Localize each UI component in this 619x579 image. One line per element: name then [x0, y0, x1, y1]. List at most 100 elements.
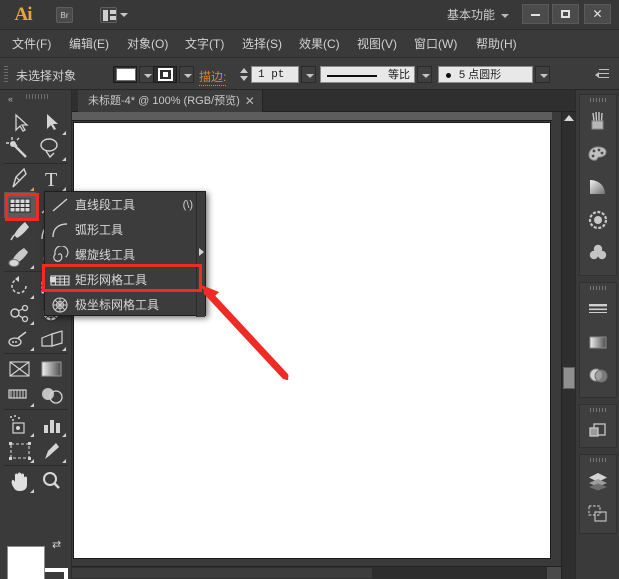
bridge-icon[interactable]: Br — [56, 7, 73, 23]
document-tab-bar: 未标题-4* @ 100% (RGB/预览) ✕ — [72, 90, 575, 112]
arc-icon — [45, 217, 75, 242]
tools-panel: « — [0, 90, 72, 579]
brushes-icon[interactable] — [580, 104, 616, 137]
width-tool[interactable] — [4, 300, 36, 326]
control-bar-grip[interactable] — [4, 66, 8, 82]
hand-tool[interactable] — [4, 468, 36, 494]
gradient-tool[interactable] — [36, 356, 68, 382]
blend-tool[interactable] — [36, 382, 68, 408]
stroke-dropdown-arrow[interactable] — [179, 66, 194, 83]
menu-object[interactable]: 对象(O) — [121, 30, 174, 58]
gradient-icon[interactable] — [580, 170, 616, 203]
dock-group-one-grip[interactable] — [590, 98, 608, 102]
artboard[interactable] — [73, 122, 551, 559]
layers-icon[interactable] — [580, 464, 616, 497]
scroll-up-icon[interactable] — [564, 115, 574, 121]
dock-group-two — [579, 282, 617, 398]
document-tab-close-icon[interactable]: ✕ — [245, 90, 255, 112]
vertical-scroll-thumb[interactable] — [563, 367, 575, 389]
flyout-item-polar-grid-tool[interactable]: 极坐标网格工具 — [45, 292, 205, 317]
menu-select[interactable]: 选择(S) — [236, 30, 288, 58]
artboard-tool[interactable] — [4, 438, 36, 464]
stroke-weight-stepper[interactable] — [238, 66, 249, 83]
fill-dropdown-arrow[interactable] — [139, 66, 154, 83]
horizontal-scrollbar[interactable] — [72, 566, 561, 579]
menu-type[interactable]: 文字(T) — [179, 30, 230, 58]
tool-flyout-menu: 直线段工具 (\) 弧形工具 螺旋线工具 — [44, 191, 206, 316]
menu-edit[interactable]: 编辑(E) — [63, 30, 115, 58]
gradient-panel-icon[interactable] — [580, 325, 616, 358]
stroke-weight-dropdown-arrow[interactable] — [301, 66, 316, 83]
svg-text:T: T — [45, 169, 57, 191]
menu-file[interactable]: 文件(F) — [6, 30, 57, 58]
fill-color-indicator[interactable] — [7, 546, 45, 579]
brush-definition-select[interactable]: 5 点圆形 — [438, 66, 533, 83]
flyout-item-rectangular-grid-tool[interactable]: 矩形网格工具 — [45, 267, 205, 292]
menu-effect[interactable]: 效果(C) — [293, 30, 346, 58]
direct-selection-tool[interactable] — [36, 110, 68, 136]
tear-off-handle[interactable] — [196, 192, 205, 317]
pathfinder-icon[interactable] — [580, 414, 616, 447]
minimize-button[interactable] — [522, 4, 549, 24]
horizontal-scroll-thumb[interactable] — [72, 568, 372, 578]
close-button[interactable]: ✕ — [584, 4, 611, 24]
vertical-scrollbar[interactable] — [561, 112, 575, 579]
arrange-documents-icon[interactable] — [100, 7, 117, 23]
flyout-label-line-segment: 直线段工具 — [75, 196, 183, 213]
eyedropper-tool[interactable] — [4, 382, 36, 408]
rectangular-grid-tool[interactable] — [4, 192, 36, 218]
stroke-profile-select[interactable]: 等比 — [320, 66, 415, 83]
artboards-icon[interactable] — [580, 497, 616, 530]
workspace-chevron-down-icon[interactable] — [501, 14, 509, 18]
swap-fill-stroke-icon[interactable]: ⇄ — [52, 538, 66, 550]
selection-tool[interactable] — [4, 110, 36, 136]
stroke-profile-label: 等比 — [388, 67, 410, 83]
workspace-switcher[interactable]: 基本功能 — [447, 7, 495, 24]
arrange-chevron-down-icon[interactable] — [120, 13, 128, 17]
menu-view[interactable]: 视图(V) — [351, 30, 403, 58]
stroke-swatch[interactable] — [153, 66, 177, 83]
panel-menu-icon[interactable] — [595, 69, 609, 80]
type-tool[interactable]: T — [36, 166, 68, 192]
dock-group-three-grip[interactable] — [590, 408, 608, 412]
polar-grid-icon — [45, 292, 75, 317]
menu-help[interactable]: 帮助(H) — [470, 30, 523, 58]
dock-group-two-grip[interactable] — [590, 286, 608, 290]
column-graph-tool[interactable] — [36, 412, 68, 438]
transparency-icon[interactable] — [580, 358, 616, 391]
flyout-item-arc-tool[interactable]: 弧形工具 — [45, 217, 205, 242]
blob-brush-tool[interactable] — [4, 244, 36, 270]
stroke-weight-input[interactable]: 1 pt — [251, 66, 299, 83]
brush-dropdown-arrow[interactable] — [535, 66, 550, 83]
symbol-sprayer-tool[interactable] — [4, 412, 36, 438]
menu-window[interactable]: 窗口(W) — [408, 30, 463, 58]
shape-builder-tool[interactable] — [4, 326, 36, 352]
graphic-styles-icon[interactable] — [580, 236, 616, 269]
document-tab[interactable]: 未标题-4* @ 100% (RGB/预览) ✕ — [78, 90, 263, 112]
lasso-tool[interactable] — [36, 136, 68, 162]
maximize-button[interactable] — [552, 4, 579, 24]
tools-panel-grip[interactable] — [26, 94, 50, 99]
canvas-area[interactable] — [72, 112, 575, 579]
flyout-item-spiral-tool[interactable]: 螺旋线工具 — [45, 242, 205, 267]
flyout-item-line-segment-tool[interactable]: 直线段工具 (\) — [45, 192, 205, 217]
stroke-weight-label[interactable]: 描边: — [199, 68, 226, 86]
pen-tool[interactable] — [4, 166, 36, 192]
slice-tool[interactable] — [36, 438, 68, 464]
collapse-panel-icon[interactable]: « — [8, 94, 13, 104]
zoom-tool[interactable] — [36, 468, 68, 494]
stroke-icon[interactable] — [580, 292, 616, 325]
magic-wand-tool[interactable] — [4, 136, 36, 162]
stroke-profile-dropdown-arrow[interactable] — [417, 66, 432, 83]
mesh-tool[interactable] — [4, 356, 36, 382]
line-segment-icon — [45, 192, 75, 217]
perspective-grid-tool[interactable] — [36, 326, 68, 352]
flyout-label-arc: 弧形工具 — [75, 221, 193, 238]
dock-group-four-grip[interactable] — [590, 458, 608, 462]
swatches-icon[interactable] — [580, 137, 616, 170]
illustrator-window: Ai Br 基本功能 ✕ 文件(F) 编辑(E) 对象(O) 文字(T) 选择(… — [0, 0, 619, 579]
symbols-icon[interactable] — [580, 203, 616, 236]
paintbrush-tool[interactable] — [4, 218, 36, 244]
rotate-tool[interactable] — [4, 274, 36, 300]
fill-swatch[interactable] — [113, 66, 137, 83]
